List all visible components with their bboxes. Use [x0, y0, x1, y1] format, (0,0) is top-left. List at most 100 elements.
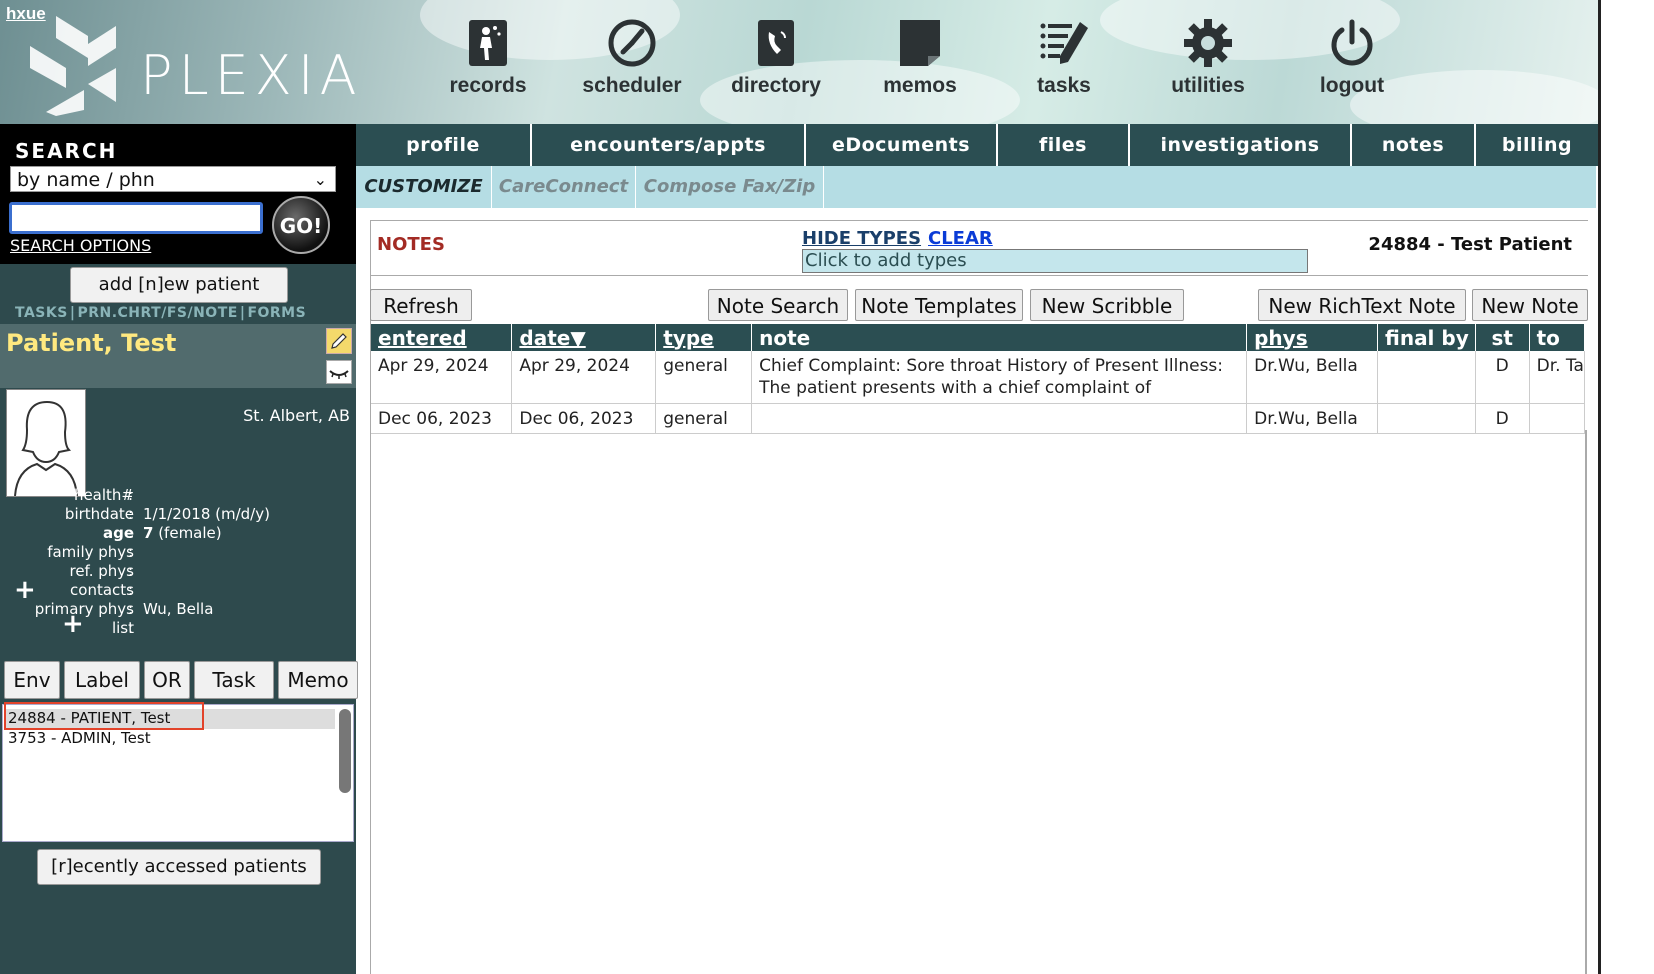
tab-notes[interactable]: notes [1352, 124, 1476, 166]
window-right-border [1598, 0, 1601, 974]
info-colon: : [128, 505, 134, 523]
main-tab-bar: profile encounters/appts eDocuments file… [356, 124, 1598, 166]
cell-final-by [1377, 403, 1476, 434]
hide-eye-icon[interactable] [326, 360, 352, 384]
nav-memos[interactable]: memos [865, 18, 975, 108]
age-number: 7 [143, 524, 154, 542]
col-date[interactable]: date▼ [511, 324, 657, 351]
info-family-phys: family phys: [0, 543, 356, 562]
plexia-logo-mark [30, 16, 116, 116]
quick-link-tasks[interactable]: TASKS [15, 305, 68, 321]
patient-location: St. Albert, AB [243, 406, 350, 425]
add-list-plus-icon[interactable]: + [62, 611, 84, 637]
subtab-careconnect[interactable]: CareConnect [492, 166, 636, 208]
nav-records[interactable]: records [433, 18, 543, 108]
tab-investigations[interactable]: investigations [1130, 124, 1352, 166]
cell-type: general [655, 403, 753, 434]
nav-utilities[interactable]: utilities [1153, 18, 1263, 108]
patient-list-item[interactable]: 24884 - PATIENT, Test [8, 709, 170, 727]
info-age: age: 7 (female) [0, 524, 356, 543]
search-options-link[interactable]: SEARCH OPTIONS [10, 236, 151, 255]
subtab-customize[interactable]: CUSTOMIZE [356, 166, 492, 208]
memos-icon [900, 20, 940, 66]
tab-files[interactable]: files [998, 124, 1130, 166]
add-contact-plus-icon[interactable]: + [14, 577, 36, 603]
note-templates-button[interactable]: Note Templates [855, 289, 1023, 321]
divider [1585, 430, 1587, 974]
tab-billing[interactable]: billing [1476, 124, 1598, 166]
info-colon: : [128, 524, 134, 542]
search-mode-value: by name / phn [17, 169, 155, 191]
hide-types-link[interactable]: HIDE TYPES [802, 228, 921, 249]
sub-tab-bar: CUSTOMIZE CareConnect Compose Fax/Zip [356, 166, 1596, 208]
col-entered[interactable]: entered [371, 324, 513, 351]
recent-patient-list[interactable]: 24884 - PATIENT, Test 3753 - ADMIN, Test [2, 704, 354, 842]
refresh-button[interactable]: Refresh [370, 289, 472, 321]
cell-note[interactable] [751, 403, 1248, 434]
go-button[interactable]: GO! [272, 196, 330, 254]
nav-utilities-label: utilities [1171, 74, 1245, 97]
info-label: primary phys [34, 600, 134, 618]
col-status: st [1475, 324, 1530, 351]
quick-link-separator: | [239, 305, 246, 321]
nav-logout[interactable]: logout [1297, 18, 1407, 108]
new-note-button[interactable]: New Note [1472, 289, 1588, 321]
info-ref-phys: ref. phys: [0, 562, 356, 581]
label-button[interactable]: Label [64, 661, 140, 699]
tab-edocuments[interactable]: eDocuments [806, 124, 998, 166]
info-colon: : [128, 600, 134, 618]
col-type[interactable]: type [655, 324, 753, 351]
quick-link-prn-chart[interactable]: PRN.CHRT/FS/NOTE [77, 305, 237, 321]
plexia-logo-text: PLEXIA [140, 44, 363, 107]
memo-button[interactable]: Memo [278, 661, 358, 699]
nav-memos-label: memos [883, 74, 957, 97]
sidebar: SEARCH by name / phn ⌄ GO! SEARCH OPTION… [0, 124, 358, 974]
nav-directory[interactable]: directory [721, 18, 831, 108]
table-row[interactable]: Apr 29, 2024 Apr 29, 2024 general Chief … [371, 351, 1586, 404]
quick-links: TASKS | PRN.CHRT/FS/NOTE | FORMS [15, 305, 306, 321]
new-scribble-button[interactable]: New Scribble [1030, 289, 1184, 321]
tab-encounters[interactable]: encounters/appts [532, 124, 806, 166]
nav-tasks[interactable]: tasks [1009, 18, 1119, 108]
tasks-icon [1040, 22, 1088, 64]
cell-date: Apr 29, 2024 [511, 351, 657, 404]
nav-records-label: records [449, 74, 527, 97]
table-row[interactable]: Dec 06, 2023 Dec 06, 2023 general Dr.Wu,… [371, 403, 1586, 434]
power-icon [1331, 19, 1373, 66]
env-button[interactable]: Env [4, 661, 60, 699]
nav-tasks-label: tasks [1037, 74, 1091, 97]
note-search-button[interactable]: Note Search [708, 289, 848, 321]
nav-directory-label: directory [731, 74, 821, 97]
info-value: 1/1/2018 (m/d/y) [143, 505, 270, 523]
cell-phys: Dr.Wu, Bella [1246, 403, 1378, 434]
info-label: health# [73, 486, 134, 504]
or-button[interactable]: OR [144, 661, 190, 699]
info-primary-phys: primary phys: Wu, Bella [0, 600, 356, 619]
search-mode-select[interactable]: by name / phn ⌄ [10, 166, 336, 192]
edit-pencil-icon[interactable] [326, 328, 352, 354]
add-patient-button[interactable]: add [n]ew patient [70, 267, 288, 303]
note-types-field[interactable]: Click to add types [802, 249, 1308, 273]
notes-title: NOTES [377, 234, 445, 255]
patient-header: Patient, Test [0, 324, 356, 388]
tab-profile[interactable]: profile [356, 124, 532, 166]
patient-list-item[interactable]: 3753 - ADMIN, Test [8, 729, 151, 747]
nav-scheduler[interactable]: scheduler [577, 18, 687, 108]
col-phys[interactable]: phys [1246, 324, 1378, 351]
list-scrollbar[interactable] [339, 709, 351, 793]
cell-phys: Dr.Wu, Bella [1246, 351, 1378, 404]
cell-status: D [1475, 351, 1530, 404]
recently-accessed-button[interactable]: [r]ecently accessed patients [37, 849, 321, 885]
search-input[interactable] [9, 202, 263, 234]
task-button[interactable]: Task [194, 661, 274, 699]
clear-types-link[interactable]: CLEAR [928, 228, 993, 249]
subtab-compose-fax[interactable]: Compose Fax/Zip [636, 166, 824, 208]
app-header: hxue PLEXIA records scheduler directory … [0, 0, 1598, 124]
cell-entered: Apr 29, 2024 [371, 351, 513, 404]
gear-icon [1184, 19, 1232, 67]
divider [370, 275, 1588, 276]
new-richtext-note-button[interactable]: New RichText Note [1258, 289, 1466, 321]
quick-link-forms[interactable]: FORMS [247, 305, 306, 321]
eye-closed-icon [329, 370, 349, 379]
cell-note[interactable]: Chief Complaint: Sore throat History of … [751, 351, 1248, 404]
